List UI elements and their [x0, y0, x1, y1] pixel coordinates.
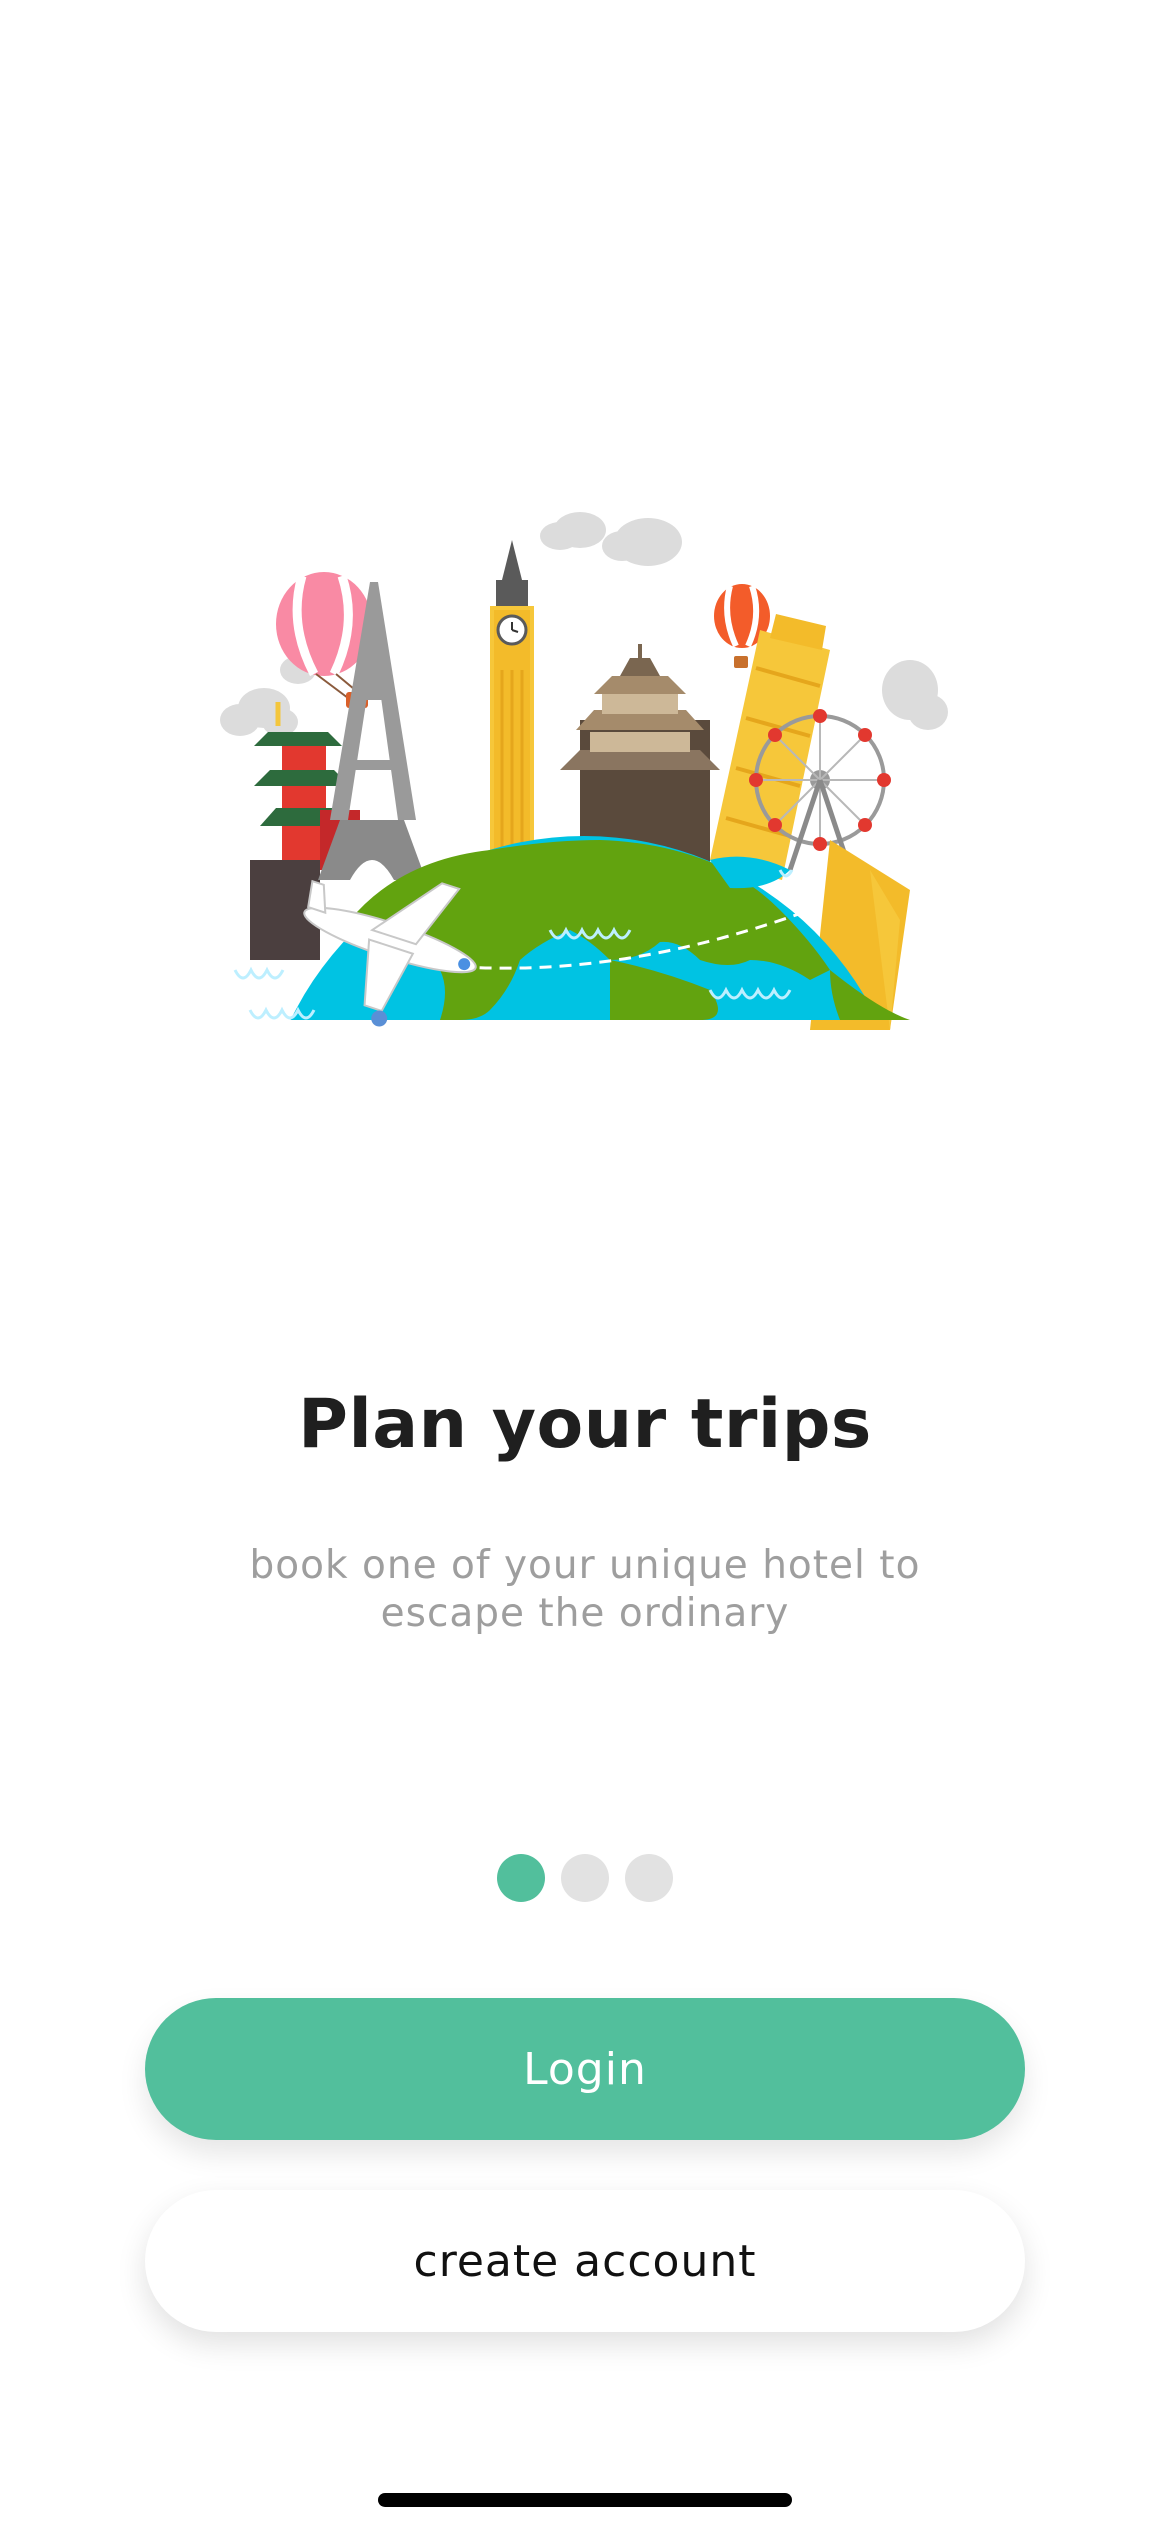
onboarding-screen: Plan your trips book one of your unique … — [0, 0, 1170, 2532]
create-account-button[interactable]: create account — [145, 2190, 1025, 2332]
big-ben-icon — [490, 540, 534, 866]
page-dot-1[interactable] — [497, 1854, 545, 1902]
login-button[interactable]: Login — [145, 1998, 1025, 2140]
home-indicator[interactable] — [378, 2493, 792, 2507]
page-dot-2[interactable] — [561, 1854, 609, 1902]
leaning-tower-icon — [710, 614, 830, 880]
page-dot-3[interactable] — [625, 1854, 673, 1902]
page-indicator — [0, 1854, 1170, 1902]
onboarding-title: Plan your trips — [298, 1385, 872, 1464]
onboarding-subtitle: book one of your unique hotel to escape … — [249, 1543, 921, 1636]
world-landmarks-illustration — [220, 512, 948, 1030]
